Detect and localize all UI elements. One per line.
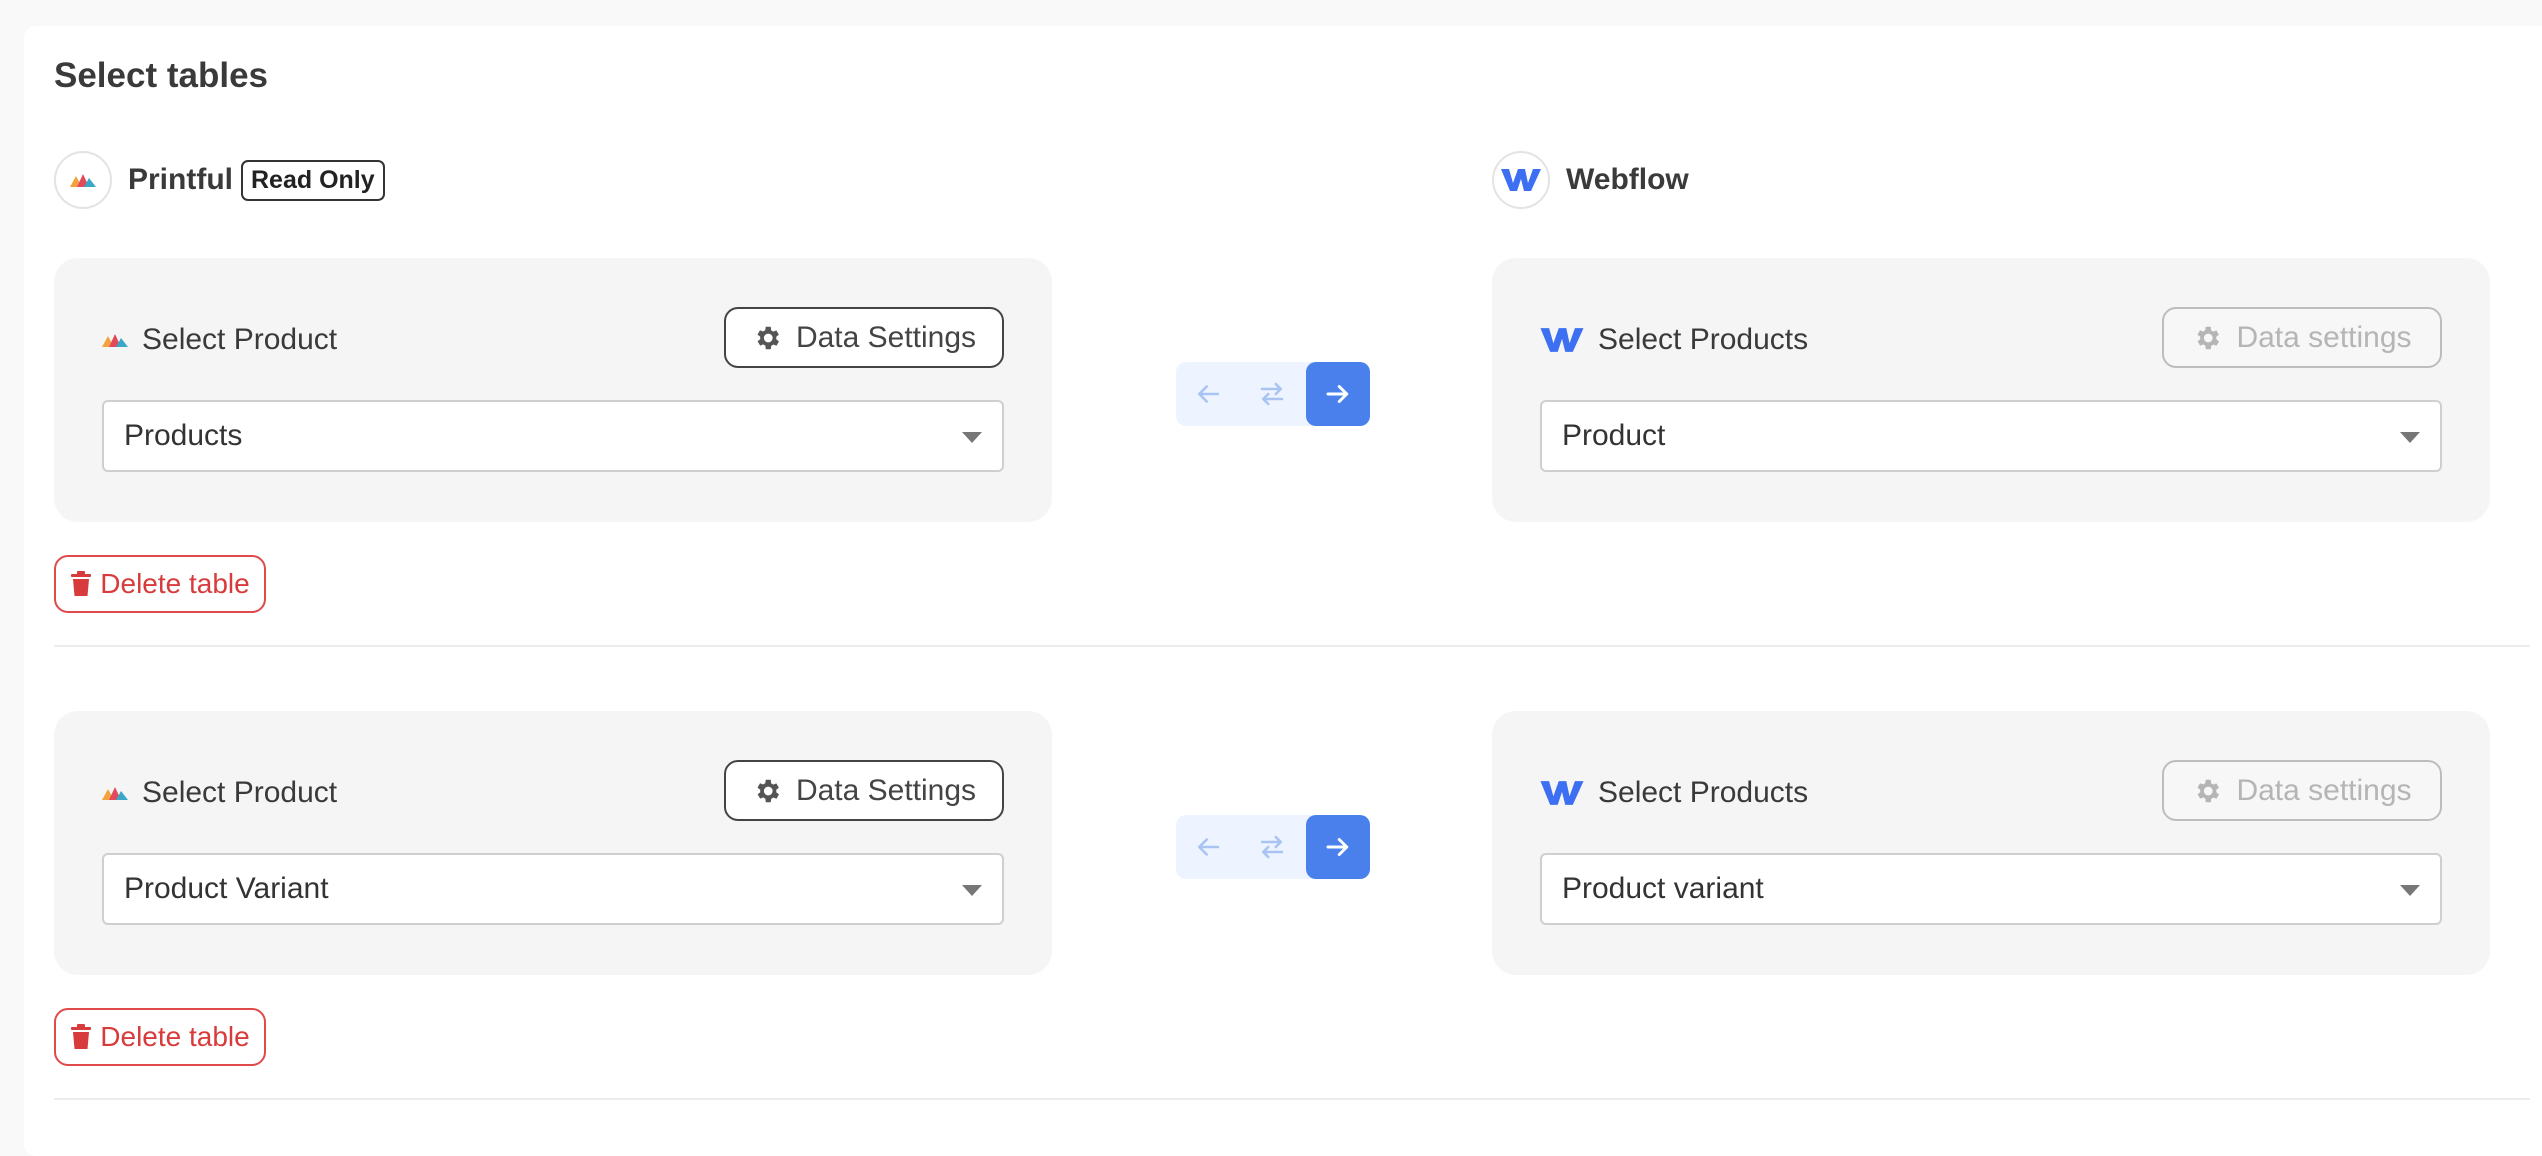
source-table-panel: Select Product Data Settings Products (54, 258, 1052, 522)
chevron-down-icon (962, 432, 982, 443)
chevron-down-icon (2400, 885, 2420, 896)
target-table-label: Select Products (1540, 771, 1808, 815)
row-divider (54, 1098, 2530, 1100)
chevron-down-icon (2400, 432, 2420, 443)
delete-table-button[interactable]: Delete table (54, 555, 266, 613)
target-table-panel: Select Products Data settings Product (1492, 258, 2490, 522)
target-app-name: Webflow (1566, 163, 1689, 196)
sync-bidirectional-button[interactable] (1240, 815, 1304, 879)
printful-logo-icon (54, 151, 112, 209)
page-title: Select tables (54, 56, 268, 95)
data-settings-button[interactable]: Data Settings (724, 307, 1004, 368)
target-table-label-text: Select Products (1598, 776, 1809, 809)
source-table-select[interactable]: Product Variant (102, 853, 1004, 925)
sync-bidirectional-button[interactable] (1240, 362, 1304, 426)
webflow-logo-icon (1492, 151, 1550, 209)
webflow-logo-icon (1540, 779, 1584, 807)
sync-right-to-left-button[interactable] (1176, 362, 1240, 426)
sync-left-to-right-button[interactable] (1306, 362, 1370, 426)
sync-direction-toggle (1176, 815, 1370, 879)
arrow-left-icon (1198, 385, 1220, 403)
source-table-panel: Select Product Data Settings Product Var… (54, 711, 1052, 975)
trash-icon (70, 1024, 92, 1050)
webflow-logo-icon (1540, 326, 1584, 354)
source-app-header: Printful Read Only (54, 150, 385, 210)
target-table-label: Select Products (1540, 318, 1808, 362)
gear-icon (2192, 776, 2222, 806)
gear-icon (752, 323, 782, 353)
gear-icon (752, 776, 782, 806)
delete-table-button[interactable]: Delete table (54, 1008, 266, 1066)
sync-right-to-left-button[interactable] (1176, 815, 1240, 879)
arrows-exchange-icon (1260, 835, 1284, 859)
arrow-right-icon (1326, 385, 1349, 403)
target-table-selected-value: Product (1562, 419, 1666, 452)
source-table-label-text: Select Product (142, 776, 338, 809)
data-settings-label: Data Settings (795, 320, 977, 354)
chevron-down-icon (962, 885, 982, 896)
source-app-name: Printful (128, 163, 233, 196)
arrow-left-icon (1198, 838, 1220, 856)
target-table-selected-value: Product variant (1562, 872, 1764, 905)
target-table-select[interactable]: Product variant (1540, 853, 2442, 925)
source-table-selected-value: Product Variant (124, 872, 329, 905)
data-settings-label: Data Settings (795, 773, 977, 807)
target-table-select[interactable]: Product (1540, 400, 2442, 472)
target-table-label-text: Select Products (1598, 323, 1809, 356)
row-divider (54, 645, 2530, 647)
source-table-label: Select Product (102, 771, 337, 815)
data-settings-button-disabled[interactable]: Data settings (2162, 307, 2442, 368)
arrow-right-icon (1326, 838, 1349, 856)
source-table-select[interactable]: Products (102, 400, 1004, 472)
data-settings-button-disabled[interactable]: Data settings (2162, 760, 2442, 821)
target-app-header: Webflow (1492, 150, 1689, 210)
printful-logo-icon (102, 786, 128, 800)
sync-direction-toggle (1176, 362, 1370, 426)
data-settings-button[interactable]: Data Settings (724, 760, 1004, 821)
source-table-label-text: Select Product (142, 323, 338, 356)
printful-logo-icon (102, 333, 128, 347)
target-table-panel: Select Products Data settings Product va… (1492, 711, 2490, 975)
source-table-label: Select Product (102, 318, 337, 362)
delete-table-label: Delete table (100, 1021, 250, 1052)
select-tables-card (24, 26, 2542, 1156)
source-table-selected-value: Products (124, 419, 243, 452)
arrows-exchange-icon (1260, 382, 1284, 406)
read-only-badge: Read Only (241, 159, 385, 201)
delete-table-label: Delete table (100, 568, 250, 599)
data-settings-label: Data settings (2236, 320, 2412, 354)
trash-icon (70, 571, 92, 597)
gear-icon (2192, 323, 2222, 353)
data-settings-label: Data settings (2236, 773, 2412, 807)
sync-left-to-right-button[interactable] (1306, 815, 1370, 879)
